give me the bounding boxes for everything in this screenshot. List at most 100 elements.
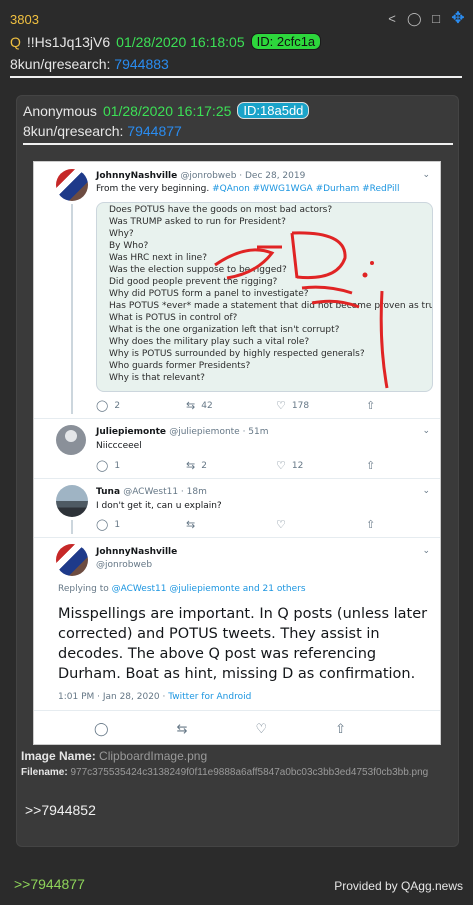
retweet-button[interactable]: ⇆ 42 <box>186 399 276 412</box>
divider <box>34 710 440 711</box>
retweet-icon: ⇆ <box>186 399 196 412</box>
tweet-meta: 1:01 PM · Jan 28, 2020 · Twitter for And… <box>58 692 251 702</box>
avatar <box>56 485 88 517</box>
retweet-button[interactable]: ⇆ <box>186 518 276 531</box>
heart-icon[interactable]: ♡ <box>255 722 267 737</box>
chevron-down-icon[interactable]: ⌄ <box>422 170 430 180</box>
like-button[interactable]: ♡ 12 <box>276 459 366 472</box>
tweet-text: Niiccceeel <box>96 441 142 451</box>
retweet-count: 42 <box>201 400 213 411</box>
heart-icon: ♡ <box>276 518 286 531</box>
tweet-actions: ◯ 1 ⇆ ♡ ⇧ <box>96 518 440 531</box>
binoculars-icon[interactable]: ◯ <box>407 12 422 26</box>
filename-label: Filename: <box>21 767 68 778</box>
share-icon: ⇧ <box>366 459 376 472</box>
post-header: Q !!Hs1Jq13jV6 01/28/2020 16:18:05 ID: 2… <box>10 33 322 50</box>
share-button[interactable]: ⇧ <box>366 518 440 531</box>
tweet-client-link[interactable]: Twitter for Android <box>168 692 251 702</box>
poster-id-badge[interactable]: ID: 2cfc1a <box>250 33 322 50</box>
chevron-down-icon[interactable]: ⌄ <box>422 546 430 556</box>
reply-button[interactable]: ◯ 1 <box>96 459 186 472</box>
tweet-name: Juliepiemonte <box>96 427 167 437</box>
avatar <box>56 169 88 201</box>
attached-screenshot[interactable]: JohnnyNashville @jonrobweb · Dec 28, 201… <box>33 161 441 745</box>
post-toolbar: < ◯ □ ✥ <box>385 11 465 27</box>
reply-icon: ◯ <box>96 399 109 412</box>
tweet-author: JohnnyNashville @jonrobweb · Dec 28, 201… <box>96 171 305 181</box>
like-button[interactable]: ♡ 178 <box>276 399 366 412</box>
reply-icon: ◯ <box>96 459 109 472</box>
tweet-hashtags[interactable]: #QAnon #WWG1WGA #Durham #RedPill <box>212 184 399 194</box>
post-number: 3803 <box>10 12 39 27</box>
quoted-id-badge[interactable]: ID:18a5dd <box>237 102 310 119</box>
divider <box>34 418 440 419</box>
thread-line <box>71 520 73 534</box>
quoted-header: Anonymous 01/28/2020 16:17:25 ID:18a5dd <box>23 102 310 119</box>
tweet-image[interactable]: Does POTUS have the goods on most bad ac… <box>96 202 433 392</box>
quoted-ref-link[interactable]: 7944877 <box>127 123 182 139</box>
filename-row: Filename: 977c375535424c3138249f0f11e988… <box>21 767 428 778</box>
reply-count: 1 <box>114 519 121 530</box>
divider <box>34 478 440 479</box>
focused-tweet-text: Misspellings are important. In Q posts (… <box>58 606 428 682</box>
divider <box>23 143 453 145</box>
thread-line <box>71 204 73 414</box>
filename: 977c375535424c3138249f0f11e9888a6aff5847… <box>70 767 429 778</box>
tweet-name: JohnnyNashville <box>96 171 178 181</box>
divider <box>34 537 440 538</box>
reply-icon: ◯ <box>96 518 109 531</box>
share-button[interactable]: ⇧ <box>366 459 440 472</box>
tweet-name: Tuna <box>96 487 121 497</box>
retweet-button[interactable]: ⇆ 2 <box>186 459 276 472</box>
tweet-actions: ◯ 1 ⇆ 2 ♡ 12 ⇧ <box>96 459 440 472</box>
reply-icon[interactable]: ◯ <box>94 722 109 737</box>
chevron-down-icon[interactable]: ⌄ <box>422 426 430 436</box>
like-button[interactable]: ♡ <box>276 518 366 531</box>
quoted-board-line: 8kun/qresearch: 7944877 <box>23 123 182 139</box>
image-name-label: Image Name: <box>21 749 96 763</box>
quoted-post: Anonymous 01/28/2020 16:17:25 ID:18a5dd … <box>16 95 459 847</box>
divider <box>10 76 462 78</box>
replying-to: Replying to @ACWest11 @juliepiemonte and… <box>58 584 306 594</box>
retweet-icon: ⇆ <box>186 459 196 472</box>
retweet-icon[interactable]: ⇆ <box>177 722 188 737</box>
reply-button[interactable]: ◯ 2 <box>96 399 186 412</box>
footer-post-link[interactable]: >>7944877 <box>14 876 85 892</box>
image-name-row: Image Name: ClipboardImage.png <box>21 749 207 763</box>
tweet-handle: @ACWest11 · 18m <box>123 487 207 497</box>
tweet-author: Juliepiemonte @juliepiemonte · 51m <box>96 427 269 437</box>
post-board-line: 8kun/qresearch: 7944883 <box>10 56 169 72</box>
tweet-text: From the very beginning. #QAnon #WWG1WGA… <box>96 184 400 194</box>
like-count: 178 <box>291 400 310 411</box>
heart-icon: ♡ <box>276 459 286 472</box>
footer-credit[interactable]: Provided by QAgg.news <box>334 879 463 893</box>
move-icon[interactable]: ✥ <box>451 11 465 27</box>
reply-count: 1 <box>114 460 121 471</box>
q-post: 3803 < ◯ □ ✥ Q !!Hs1Jq13jV6 01/28/2020 1… <box>0 0 473 905</box>
quoted-author: Anonymous <box>23 102 97 119</box>
post-datetime: 01/28/2020 16:18:05 <box>116 33 245 50</box>
tweet-author: Tuna @ACWest11 · 18m <box>96 487 207 497</box>
share-button[interactable]: ⇧ <box>366 399 440 412</box>
share-icon[interactable]: ⇧ <box>335 722 346 737</box>
post-ref-link[interactable]: 7944883 <box>114 56 169 72</box>
red-d-annotation <box>214 231 389 389</box>
tweet-handle: @jonrobweb · Dec 28, 2019 <box>180 171 306 181</box>
reply-button[interactable]: ◯ 1 <box>96 518 186 531</box>
chevron-down-icon[interactable]: ⌄ <box>422 486 430 496</box>
tweet-time: 1:01 PM · Jan 28, 2020 · <box>58 692 166 702</box>
replying-to-links[interactable]: @ACWest11 @juliepiemonte and 21 others <box>112 584 306 594</box>
tripcode: !!Hs1Jq13jV6 <box>26 33 111 50</box>
document-icon[interactable]: □ <box>429 12 443 26</box>
retweet-count: 2 <box>201 460 207 471</box>
tweet-actions: ◯ 2 ⇆ 42 ♡ 178 ⇧ <box>96 399 440 412</box>
quoted-backref[interactable]: >>7944852 <box>25 802 96 818</box>
heart-icon: ♡ <box>276 399 286 412</box>
board-name: 8kun/qresearch: <box>10 56 111 72</box>
retweet-icon: ⇆ <box>186 518 196 531</box>
share-icon[interactable]: < <box>385 12 399 26</box>
share-icon: ⇧ <box>366 399 376 412</box>
avatar <box>56 425 86 455</box>
reply-count: 2 <box>114 400 121 411</box>
image-name: ClipboardImage.png <box>99 749 208 763</box>
